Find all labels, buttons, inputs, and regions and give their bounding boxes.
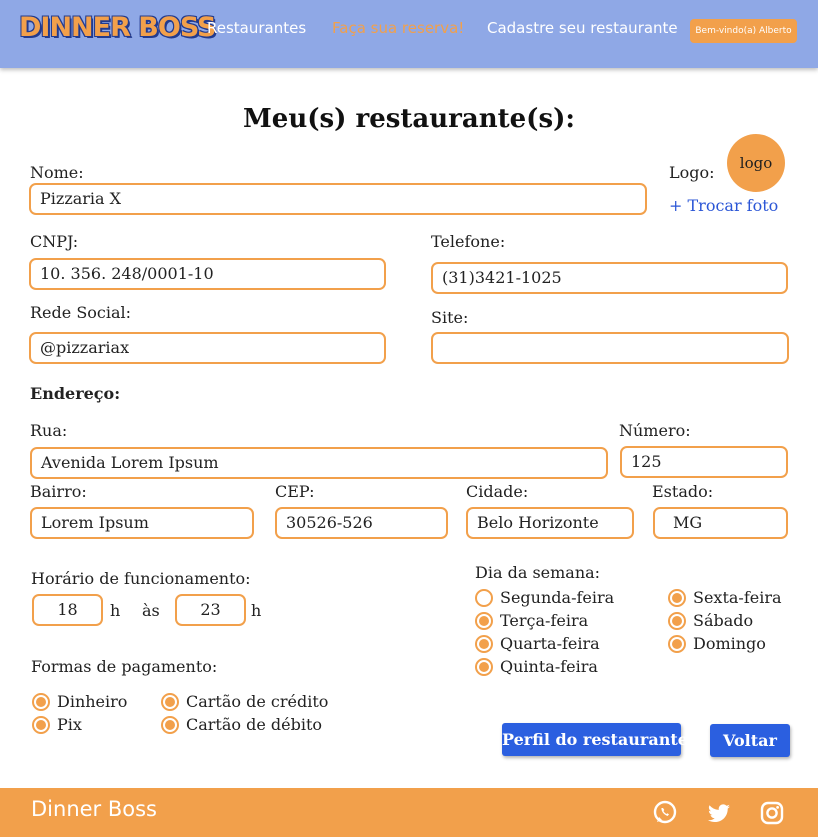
- weekday-radio[interactable]: [668, 635, 686, 653]
- weekday-label: Dia da semana:: [475, 563, 601, 582]
- logo-avatar: logo: [727, 134, 785, 192]
- city-label: Cidade:: [466, 482, 529, 501]
- nav-restaurantes[interactable]: Restaurantes: [207, 19, 306, 37]
- state-field[interactable]: MG: [653, 507, 788, 539]
- weekday-radio[interactable]: [475, 658, 493, 676]
- opening-hour-field[interactable]: 18: [32, 594, 103, 626]
- state-label: Estado:: [652, 482, 714, 501]
- payment-radio[interactable]: [32, 693, 50, 711]
- name-label: Nome:: [30, 163, 84, 182]
- nav-reserva[interactable]: Faça sua reserva!: [332, 19, 464, 37]
- twitter-icon[interactable]: [706, 800, 732, 826]
- address-heading: Endereço:: [30, 384, 121, 403]
- payment-label: Formas de pagamento:: [31, 657, 218, 676]
- district-label: Bairro:: [30, 482, 87, 501]
- street-field[interactable]: Avenida Lorem Ipsum: [30, 447, 608, 479]
- cnpj-label: CNPJ:: [30, 232, 79, 251]
- name-field[interactable]: Pizzaria X: [29, 183, 647, 215]
- city-field[interactable]: Belo Horizonte: [466, 507, 634, 539]
- hours-label: Horário de funcionamento:: [31, 569, 251, 588]
- payment-radio[interactable]: [161, 716, 179, 734]
- change-photo-link[interactable]: + Trocar foto: [669, 196, 778, 215]
- brand-logo[interactable]: DINNER BOSS: [19, 12, 216, 43]
- payment-label: Cartão de débito: [186, 715, 323, 734]
- weekday-label: Quarta-feira: [500, 634, 600, 653]
- closing-hour-field[interactable]: 23: [175, 594, 246, 626]
- site-label: Site:: [431, 308, 469, 327]
- payment-label: Dinheiro: [57, 692, 128, 711]
- social-label: Rede Social:: [30, 303, 132, 322]
- cep-label: CEP:: [275, 482, 315, 501]
- payment-radio[interactable]: [161, 693, 179, 711]
- nav-cadastre[interactable]: Cadastre seu restaurante: [487, 19, 678, 37]
- instagram-icon[interactable]: [759, 800, 785, 826]
- restaurant-profile-button[interactable]: Perfil do restaurante: [502, 723, 688, 756]
- payment-radio[interactable]: [32, 716, 50, 734]
- weekday-radio[interactable]: [475, 635, 493, 653]
- footer: Dinner Boss: [0, 788, 818, 837]
- weekday-label: Domingo: [693, 634, 766, 653]
- back-button[interactable]: Voltar: [710, 724, 790, 757]
- welcome-user-button[interactable]: Bem-vindo(a) Alberto: [690, 19, 797, 43]
- cep-field[interactable]: 30526-526: [275, 507, 448, 539]
- weekday-label: Sábado: [693, 611, 754, 630]
- number-label: Número:: [619, 421, 691, 440]
- top-navbar: DINNER BOSS Restaurantes Faça sua reserv…: [0, 0, 818, 68]
- weekday-radio[interactable]: [668, 612, 686, 630]
- phone-field[interactable]: (31)3421-1025: [431, 262, 788, 294]
- weekday-radio[interactable]: [475, 589, 493, 607]
- site-field[interactable]: [431, 332, 789, 364]
- logo-label: Logo:: [669, 163, 715, 182]
- weekday-radio[interactable]: [475, 612, 493, 630]
- page-title: Meu(s) restaurante(s):: [243, 104, 575, 134]
- weekday-radio[interactable]: [668, 589, 686, 607]
- phone-label: Telefone:: [431, 232, 506, 251]
- hours-between: às: [142, 601, 160, 620]
- weekday-label: Segunda-feira: [500, 588, 615, 607]
- weekday-label: Sexta-feira: [693, 588, 782, 607]
- district-field[interactable]: Lorem Ipsum: [30, 507, 254, 539]
- hour-unit-close: h: [251, 601, 262, 620]
- payment-label: Cartão de crédito: [186, 692, 329, 711]
- whatsapp-icon[interactable]: [652, 800, 678, 826]
- payment-label: Pix: [57, 715, 82, 734]
- number-field[interactable]: 125: [620, 446, 788, 478]
- footer-brand: Dinner Boss: [31, 797, 157, 821]
- weekday-label: Terça-feira: [500, 611, 589, 630]
- cnpj-field[interactable]: 10. 356. 248/0001-10: [29, 258, 386, 290]
- weekday-label: Quinta-feira: [500, 657, 598, 676]
- social-field[interactable]: @pizzariax: [29, 332, 386, 364]
- street-label: Rua:: [30, 421, 68, 440]
- hour-unit-open: h: [110, 601, 121, 620]
